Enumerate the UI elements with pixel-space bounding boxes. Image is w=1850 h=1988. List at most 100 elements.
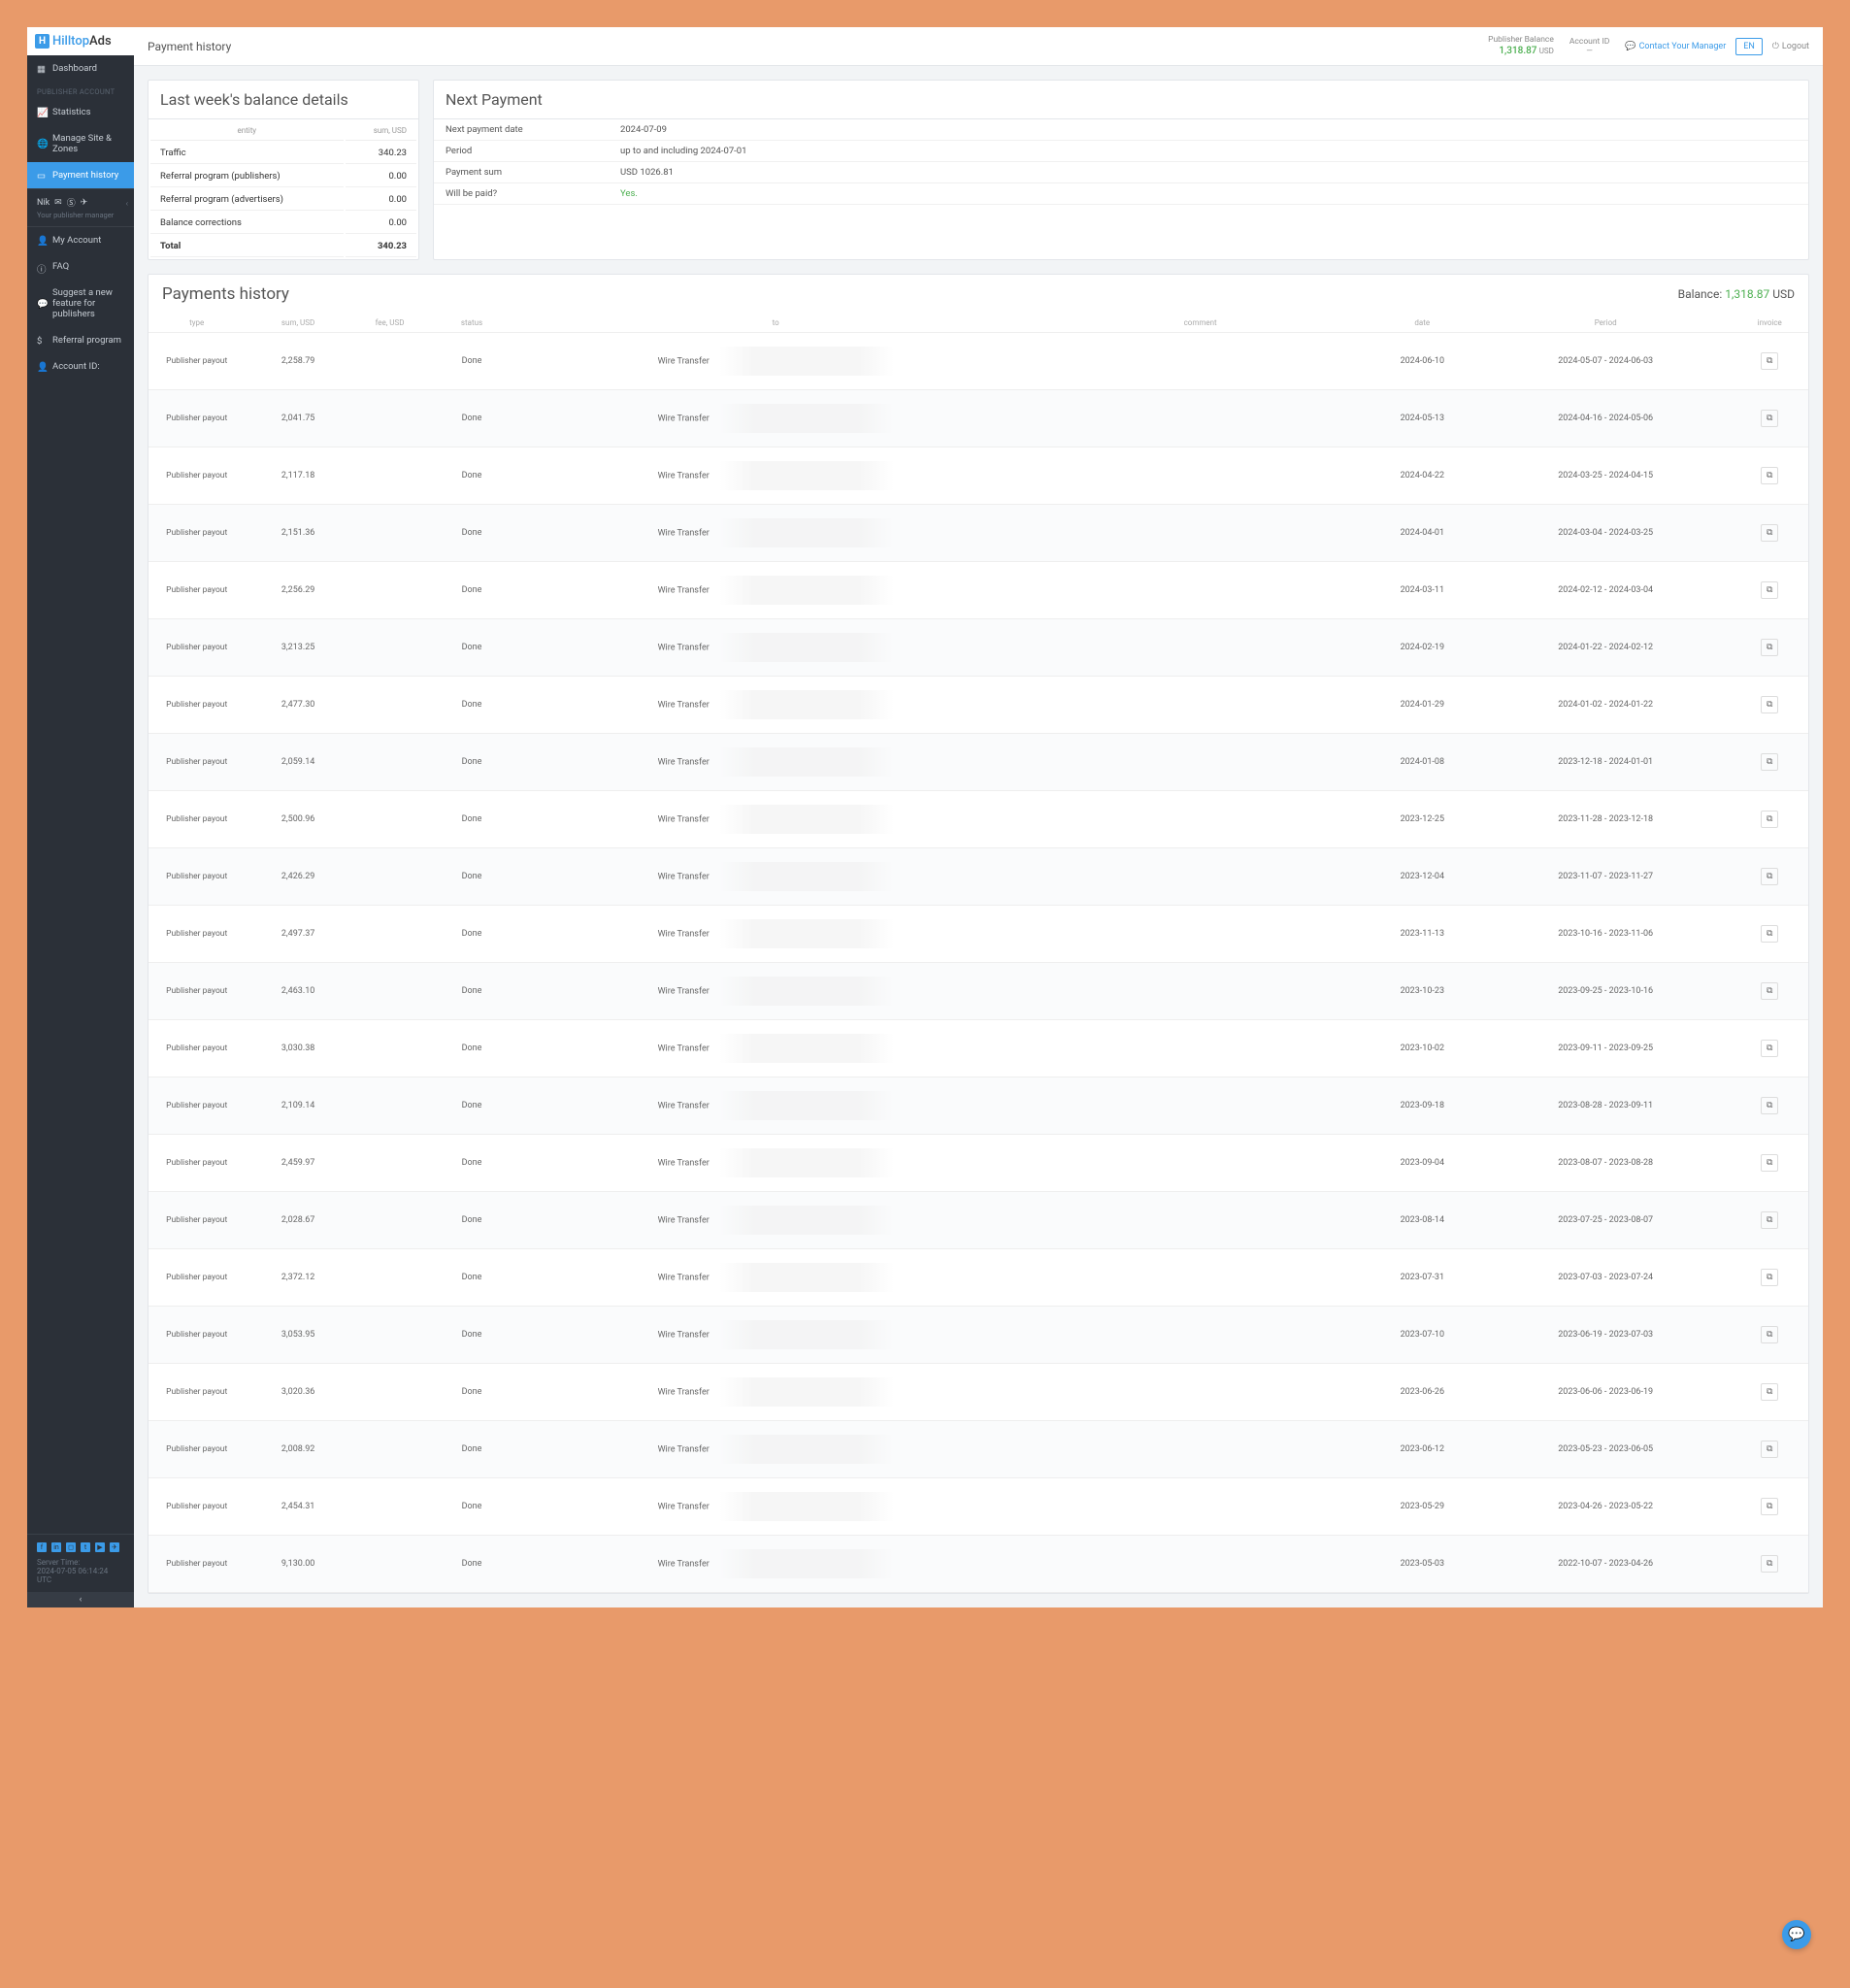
account-id-value: —	[1569, 47, 1609, 56]
cell-sum: 2,459.97	[245, 1135, 350, 1192]
nav-manage[interactable]: 🌐Manage Site & Zones	[27, 125, 134, 162]
cell-comment	[1037, 505, 1365, 562]
logo[interactable]: H HilltopAds	[27, 27, 134, 55]
contact-manager-button[interactable]: 💬Contact Your Manager	[1625, 42, 1726, 51]
cell-date: 2023-12-04	[1365, 848, 1480, 906]
social-links: f in ◻ t ▶ ✈	[37, 1542, 124, 1552]
cell-period: 2023-05-23 - 2023-06-05	[1480, 1421, 1731, 1478]
download-invoice-button[interactable]: ⧉	[1761, 925, 1778, 943]
download-invoice-button[interactable]: ⧉	[1761, 868, 1778, 885]
cell-status: Done	[428, 333, 514, 390]
download-invoice-button[interactable]: ⧉	[1761, 524, 1778, 542]
cell-status: Done	[428, 1077, 514, 1135]
nav-referral[interactable]: $Referral program	[27, 327, 134, 353]
nav-dashboard[interactable]: ▦Dashboard	[27, 55, 134, 82]
cell-period: 2024-03-25 - 2024-04-15	[1480, 447, 1731, 505]
cell-date: 2023-10-23	[1365, 963, 1480, 1020]
linkedin-icon[interactable]: in	[51, 1542, 61, 1552]
cell-period: 2023-06-06 - 2023-06-19	[1480, 1364, 1731, 1421]
download-invoice-button[interactable]: ⧉	[1761, 1326, 1778, 1343]
cell-status: Done	[428, 1249, 514, 1307]
mail-icon[interactable]: ✉	[54, 198, 62, 208]
telegram-icon[interactable]: ✈	[81, 198, 88, 208]
last-week-title: Last week's balance details	[149, 81, 418, 119]
account-id-box: Account ID —	[1564, 37, 1615, 56]
cell-date: 2023-08-14	[1365, 1192, 1480, 1249]
cell-status: Done	[428, 390, 514, 447]
cell-date: 2024-04-22	[1365, 447, 1480, 505]
card-icon: ▭	[37, 171, 47, 181]
cell-status: Done	[428, 791, 514, 848]
cell-status: Done	[428, 1135, 514, 1192]
chat-widget[interactable]: 💬	[1782, 1920, 1811, 1949]
cell-type: Publisher payout	[149, 848, 245, 906]
sidebar: H HilltopAds ▦Dashboard PUBLISHER ACCOUN…	[27, 27, 134, 1607]
language-button[interactable]: EN	[1735, 38, 1763, 55]
download-invoice-button[interactable]: ⧉	[1761, 581, 1778, 599]
cell-period: 2023-08-07 - 2023-08-28	[1480, 1135, 1731, 1192]
download-invoice-button[interactable]: ⧉	[1761, 982, 1778, 1000]
download-invoice-button[interactable]: ⧉	[1761, 811, 1778, 828]
download-invoice-button[interactable]: ⧉	[1761, 1097, 1778, 1114]
logout-button[interactable]: ⏻Logout	[1772, 42, 1809, 51]
info-icon: ⓘ	[37, 262, 47, 272]
history-title: Payments history	[162, 284, 289, 304]
cell-period: 2024-04-16 - 2024-05-06	[1480, 390, 1731, 447]
nav-faq[interactable]: ⓘFAQ	[27, 253, 134, 280]
skype-icon[interactable]: Ⓢ	[67, 196, 76, 209]
cell-invoice: ⧉	[1731, 333, 1808, 390]
cell-date: 2023-07-31	[1365, 1249, 1480, 1307]
payment-row: Publisher payout 9,130.00 Done Wire Tran…	[149, 1536, 1808, 1593]
download-invoice-button[interactable]: ⧉	[1761, 1498, 1778, 1515]
download-invoice-button[interactable]: ⧉	[1761, 1555, 1778, 1573]
download-invoice-button[interactable]: ⧉	[1761, 696, 1778, 713]
cell-fee	[351, 963, 429, 1020]
download-invoice-button[interactable]: ⧉	[1761, 352, 1778, 370]
cell-period: 2024-05-07 - 2024-06-03	[1480, 333, 1731, 390]
nav-payment-history[interactable]: ▭Payment history	[27, 162, 134, 188]
manager-block[interactable]: Nik ✉ Ⓢ ✈ Your publisher manager ‹	[27, 188, 134, 227]
cell-date: 2024-04-01	[1365, 505, 1480, 562]
next-payment-row: Periodup to and including 2024-07-01	[434, 141, 1808, 162]
cell-sum: 2,426.29	[245, 848, 350, 906]
download-invoice-button[interactable]: ⧉	[1761, 410, 1778, 427]
sidebar-collapse[interactable]: ‹	[27, 1592, 134, 1607]
download-invoice-button[interactable]: ⧉	[1761, 1211, 1778, 1229]
cell-date: 2023-12-25	[1365, 791, 1480, 848]
download-invoice-button[interactable]: ⧉	[1761, 1040, 1778, 1057]
chevron-left-icon[interactable]: ‹	[126, 199, 128, 208]
telegram-social-icon[interactable]: ✈	[110, 1542, 119, 1552]
download-invoice-button[interactable]: ⧉	[1761, 1441, 1778, 1458]
download-invoice-button[interactable]: ⧉	[1761, 1383, 1778, 1401]
download-invoice-button[interactable]: ⧉	[1761, 1269, 1778, 1286]
cell-period: 2023-09-25 - 2023-10-16	[1480, 963, 1731, 1020]
cell-period: 2023-06-19 - 2023-07-03	[1480, 1307, 1731, 1364]
nav-statistics[interactable]: 📈Statistics	[27, 99, 134, 125]
cell-sum: 2,372.12	[245, 1249, 350, 1307]
instagram-icon[interactable]: ◻	[66, 1542, 76, 1552]
nav-my-account[interactable]: 👤My Account	[27, 227, 134, 253]
cell-date: 2023-07-10	[1365, 1307, 1480, 1364]
payment-row: Publisher payout 2,117.18 Done Wire Tran…	[149, 447, 1808, 505]
cell-to: Wire Transfer	[515, 1478, 1037, 1536]
facebook-icon[interactable]: f	[37, 1542, 47, 1552]
payments-history-card: Payments history Balance: 1,318.87 USD t…	[148, 274, 1809, 1594]
manager-sub: Your publisher manager	[37, 211, 124, 219]
nav-suggest[interactable]: 💬Suggest a new feature for publishers	[27, 280, 134, 327]
cell-invoice: ⧉	[1731, 447, 1808, 505]
cell-fee	[351, 1135, 429, 1192]
cell-invoice: ⧉	[1731, 1077, 1808, 1135]
cell-comment	[1037, 677, 1365, 734]
cell-to: Wire Transfer	[515, 1020, 1037, 1077]
cell-invoice: ⧉	[1731, 1421, 1808, 1478]
cell-fee	[351, 333, 429, 390]
twitter-icon[interactable]: t	[81, 1542, 90, 1552]
download-invoice-button[interactable]: ⧉	[1761, 639, 1778, 656]
cell-type: Publisher payout	[149, 505, 245, 562]
chat-icon: 💬	[37, 299, 47, 309]
cell-type: Publisher payout	[149, 677, 245, 734]
download-invoice-button[interactable]: ⧉	[1761, 1154, 1778, 1172]
download-invoice-button[interactable]: ⧉	[1761, 467, 1778, 484]
youtube-icon[interactable]: ▶	[95, 1542, 105, 1552]
download-invoice-button[interactable]: ⧉	[1761, 753, 1778, 771]
